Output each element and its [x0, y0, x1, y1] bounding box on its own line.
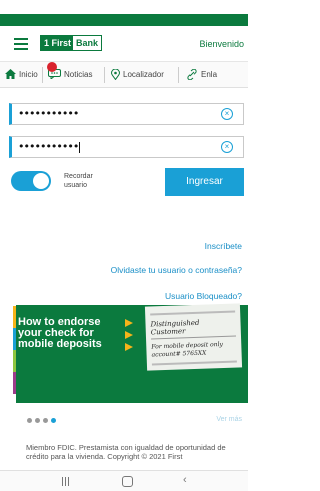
banner-stripe: [13, 328, 16, 350]
banner-headline: How to endorse your check for mobile dep…: [18, 317, 128, 350]
clear-username-icon[interactable]: ×: [221, 108, 233, 120]
remember-label-line2: usuario: [64, 182, 87, 189]
tab-label-noticias: Noticias: [64, 69, 93, 79]
logo-part-2: Bank: [73, 36, 101, 50]
menu-icon[interactable]: [14, 38, 28, 50]
check-fine-print: [150, 310, 236, 316]
pager-dot[interactable]: [27, 418, 32, 423]
toggle-knob: [33, 173, 49, 189]
register-link[interactable]: Inscríbete: [205, 241, 242, 251]
endorsed-check-image: Distinguished Customer For mobile deposi…: [144, 303, 243, 371]
tab-label-enlaces: Enla: [201, 70, 218, 79]
remember-user-toggle[interactable]: [11, 171, 51, 191]
banner-arrow-icon: [125, 343, 133, 351]
footer-disclaimer: Miembro FDIC. Prestamista con igualdad d…: [26, 443, 226, 461]
banner-stripe: [13, 350, 16, 372]
tab-localizador[interactable]: Localizador: [111, 69, 164, 80]
tab-divider: [178, 67, 179, 83]
tab-label-inicio: Inicio: [19, 69, 38, 79]
remember-user-label: Recordar usuario: [64, 172, 93, 190]
tab-bar: Inicio Noticias Localizador Enla: [0, 62, 248, 88]
password-field[interactable]: ••••••••••• ×: [9, 136, 244, 158]
username-value: •••••••••••: [18, 107, 79, 120]
blocked-user-link[interactable]: Usuario Bloqueado?: [165, 291, 242, 301]
recent-apps-icon[interactable]: [62, 477, 72, 487]
check-fine-print: [151, 360, 237, 366]
clear-password-icon[interactable]: ×: [221, 141, 233, 153]
home-icon: [5, 69, 16, 79]
remember-label-line1: Recordar: [64, 173, 93, 180]
tab-enlaces[interactable]: Enla: [186, 69, 217, 80]
welcome-text: Bienvenido: [199, 39, 244, 49]
tab-divider: [104, 67, 105, 83]
system-nav-bar: ‹: [0, 470, 248, 491]
status-bar: [0, 0, 248, 14]
pager-dot-active[interactable]: [51, 418, 56, 423]
app-header: 1 First Bank Bienvenido: [0, 26, 248, 62]
username-field[interactable]: ••••••••••• ×: [9, 103, 244, 125]
pager-dot[interactable]: [35, 418, 40, 423]
banner-stripe: [13, 306, 16, 328]
link-icon: [187, 69, 197, 80]
banner-stripe: [13, 372, 16, 394]
banner-arrow-icon: [125, 319, 133, 327]
location-icon: [111, 69, 120, 80]
tab-divider: [42, 67, 43, 83]
tab-inicio[interactable]: Inicio: [5, 69, 38, 79]
see-more-link[interactable]: Ver más: [216, 416, 242, 423]
back-icon[interactable]: ‹: [183, 474, 187, 486]
check-rule: [151, 335, 237, 340]
password-value: •••••••••••: [18, 140, 81, 153]
notification-badge: [47, 62, 57, 72]
tab-label-localizador: Localizador: [123, 70, 164, 79]
check-note-line2: account# 5765XX: [151, 349, 207, 359]
logo-part-1: 1 First: [41, 36, 74, 50]
forgot-credentials-link[interactable]: Olvidaste tu usuario o contraseña?: [111, 265, 242, 275]
home-nav-icon[interactable]: [122, 476, 133, 487]
banner-arrow-icon: [125, 331, 133, 339]
pager-dot[interactable]: [43, 418, 48, 423]
login-button[interactable]: Ingresar: [165, 168, 244, 196]
app-top-bar: [0, 14, 248, 26]
bank-logo: 1 First Bank: [40, 35, 102, 51]
carousel-pager: [27, 418, 56, 423]
banner-line-3: mobile deposits: [18, 338, 102, 350]
check-name: Distinguished Customer: [150, 318, 200, 337]
